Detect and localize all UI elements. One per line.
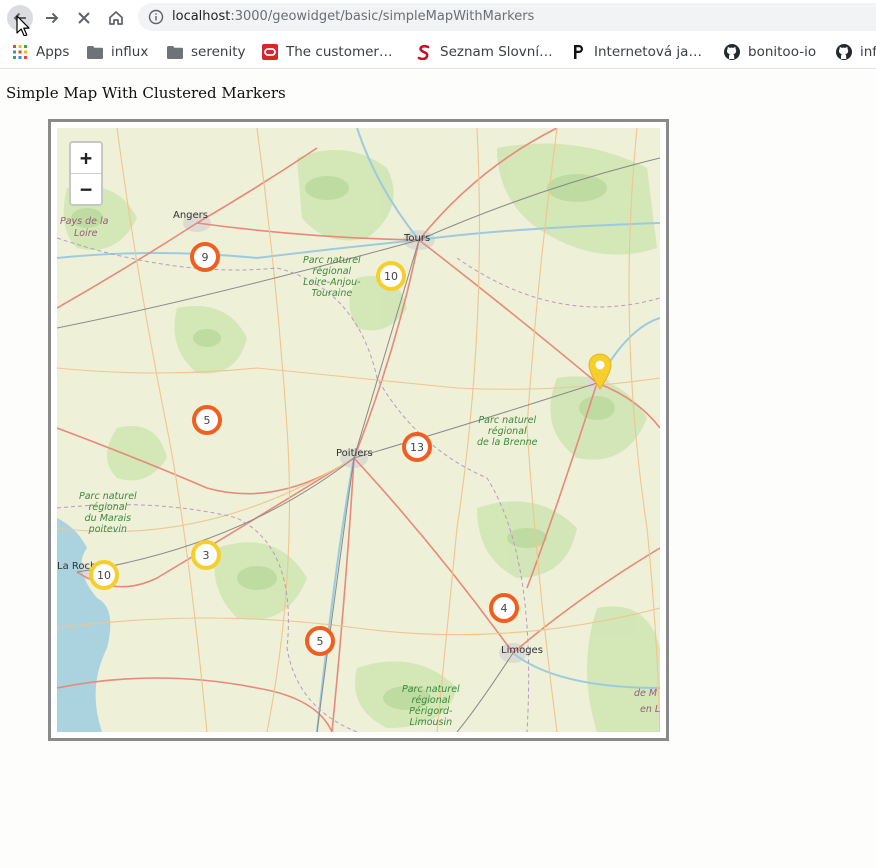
park-label-line: régional xyxy=(411,695,451,706)
map-viewport[interactable]: Angers Tours Poitiers La Roch Limoges Pa… xyxy=(57,128,660,732)
region-label-pays-de-la-loire: Pays de la Loire xyxy=(60,216,109,240)
url-path: :3000/geowidget/basic/simpleMapWithMarke… xyxy=(230,9,535,24)
bookmark-label: Internetová ja… xyxy=(594,44,702,60)
region-label-line: de M xyxy=(634,688,658,699)
cluster-marker[interactable]: 3 xyxy=(191,540,221,570)
region-label-line: Pays de la xyxy=(60,216,109,227)
bookmark-label: The customer… xyxy=(286,44,393,60)
city-label-tours: Tours xyxy=(404,233,431,244)
bookmark-label: serenity xyxy=(191,44,246,60)
oracle-icon xyxy=(262,44,278,60)
map-container: Angers Tours Poitiers La Roch Limoges Pa… xyxy=(48,119,669,741)
park-label-line: régional xyxy=(88,502,128,513)
page-title: Simple Map With Clustered Markers xyxy=(6,84,286,102)
park-label-marais-poitevin: Parc naturel régional du Marais poitevin xyxy=(79,491,137,535)
bookmark-bonitoo-io[interactable]: bonitoo-io xyxy=(724,42,816,62)
github-icon xyxy=(836,44,852,60)
region-label-line: Loire xyxy=(74,228,98,239)
home-button[interactable] xyxy=(103,5,129,31)
city-label-poitiers: Poitiers xyxy=(336,448,373,459)
park-label-line: Limousin xyxy=(409,717,453,728)
browser-toolbar: localhost:3000/geowidget/basic/simpleMap… xyxy=(0,0,876,37)
bookmark-label: inf xyxy=(860,44,876,60)
park-label-line: Parc naturel xyxy=(478,415,537,426)
bookmark-label: Seznam Slovní… xyxy=(440,44,553,60)
park-label-line: poitevin xyxy=(88,524,128,535)
park-label-line: Périgord- xyxy=(409,706,453,717)
cluster-marker[interactable]: 9 xyxy=(190,242,220,272)
cluster-marker[interactable]: 10 xyxy=(89,560,119,590)
park-label-perigord-limousin: Parc naturel régional Périgord- Limousin xyxy=(402,684,460,728)
bookmark-seznam[interactable]: Seznam Slovní… xyxy=(416,42,553,62)
park-label-line: du Marais xyxy=(84,513,132,524)
info-icon[interactable] xyxy=(148,9,164,25)
apps-grid-icon xyxy=(12,44,28,60)
cluster-marker[interactable]: 5 xyxy=(192,405,222,435)
bookmark-serenity[interactable]: serenity xyxy=(167,42,246,62)
seznam-icon xyxy=(416,44,432,60)
arrow-right-icon xyxy=(46,12,59,24)
park-label-line: Parc naturel xyxy=(402,684,460,695)
bookmark-label: Apps xyxy=(36,44,70,60)
map-pin-icon[interactable] xyxy=(587,353,613,391)
bookmark-influx[interactable]: influx xyxy=(87,42,148,62)
park-label-line: Parc naturel xyxy=(303,255,361,266)
folder-icon xyxy=(87,44,103,60)
park-label-line: Parc naturel xyxy=(79,491,137,502)
bookmark-internetova[interactable]: Internetová ja… xyxy=(570,42,702,62)
url-text[interactable]: localhost:3000/geowidget/basic/simpleMap… xyxy=(172,9,534,24)
p-letter-icon xyxy=(570,44,586,60)
zoom-control: + − xyxy=(69,141,103,206)
cluster-marker[interactable]: 5 xyxy=(305,626,335,656)
region-label-line: en L xyxy=(640,704,660,715)
github-icon xyxy=(724,44,740,60)
cluster-marker[interactable]: 4 xyxy=(489,593,519,623)
city-label-angers: Angers xyxy=(173,210,208,221)
park-label-line: Touraine xyxy=(311,288,353,299)
forward-button[interactable] xyxy=(39,5,65,31)
park-label-line: régional xyxy=(487,426,527,437)
stop-loading-button[interactable] xyxy=(71,5,97,31)
mouse-cursor-icon xyxy=(16,15,30,37)
bookmark-apps[interactable]: Apps xyxy=(12,42,69,62)
url-host: localhost xyxy=(172,9,231,24)
bookmark-the-customer[interactable]: The customer… xyxy=(262,42,392,62)
zoom-out-button[interactable]: − xyxy=(71,173,101,204)
region-label-east: de M en L xyxy=(634,688,660,716)
bookmark-label: bonitoo-io xyxy=(748,44,817,60)
map-tiles xyxy=(57,128,660,732)
zoom-in-button[interactable]: + xyxy=(71,143,101,173)
bookmark-label: influx xyxy=(111,44,149,60)
cluster-marker[interactable]: 10 xyxy=(376,261,406,291)
park-label-line: régional xyxy=(312,266,352,277)
close-icon xyxy=(78,12,90,24)
address-bar[interactable]: localhost:3000/geowidget/basic/simpleMap… xyxy=(138,3,876,31)
park-label-line: de la Brenne xyxy=(477,437,538,448)
bookmark-inf[interactable]: inf xyxy=(836,42,876,62)
home-icon xyxy=(109,11,123,25)
cluster-marker[interactable]: 13 xyxy=(402,432,432,462)
park-label-brenne: Parc naturel régional de la Brenne xyxy=(477,415,538,448)
folder-icon xyxy=(167,44,183,60)
bookmarks-bar: Apps influx serenity The customer… Sezna… xyxy=(0,36,876,69)
city-label-limoges: Limoges xyxy=(501,645,543,656)
park-label-loire-anjou-touraine: Parc naturel régional Loire-Anjou- Toura… xyxy=(303,255,361,299)
park-label-line: Loire-Anjou- xyxy=(303,277,361,288)
